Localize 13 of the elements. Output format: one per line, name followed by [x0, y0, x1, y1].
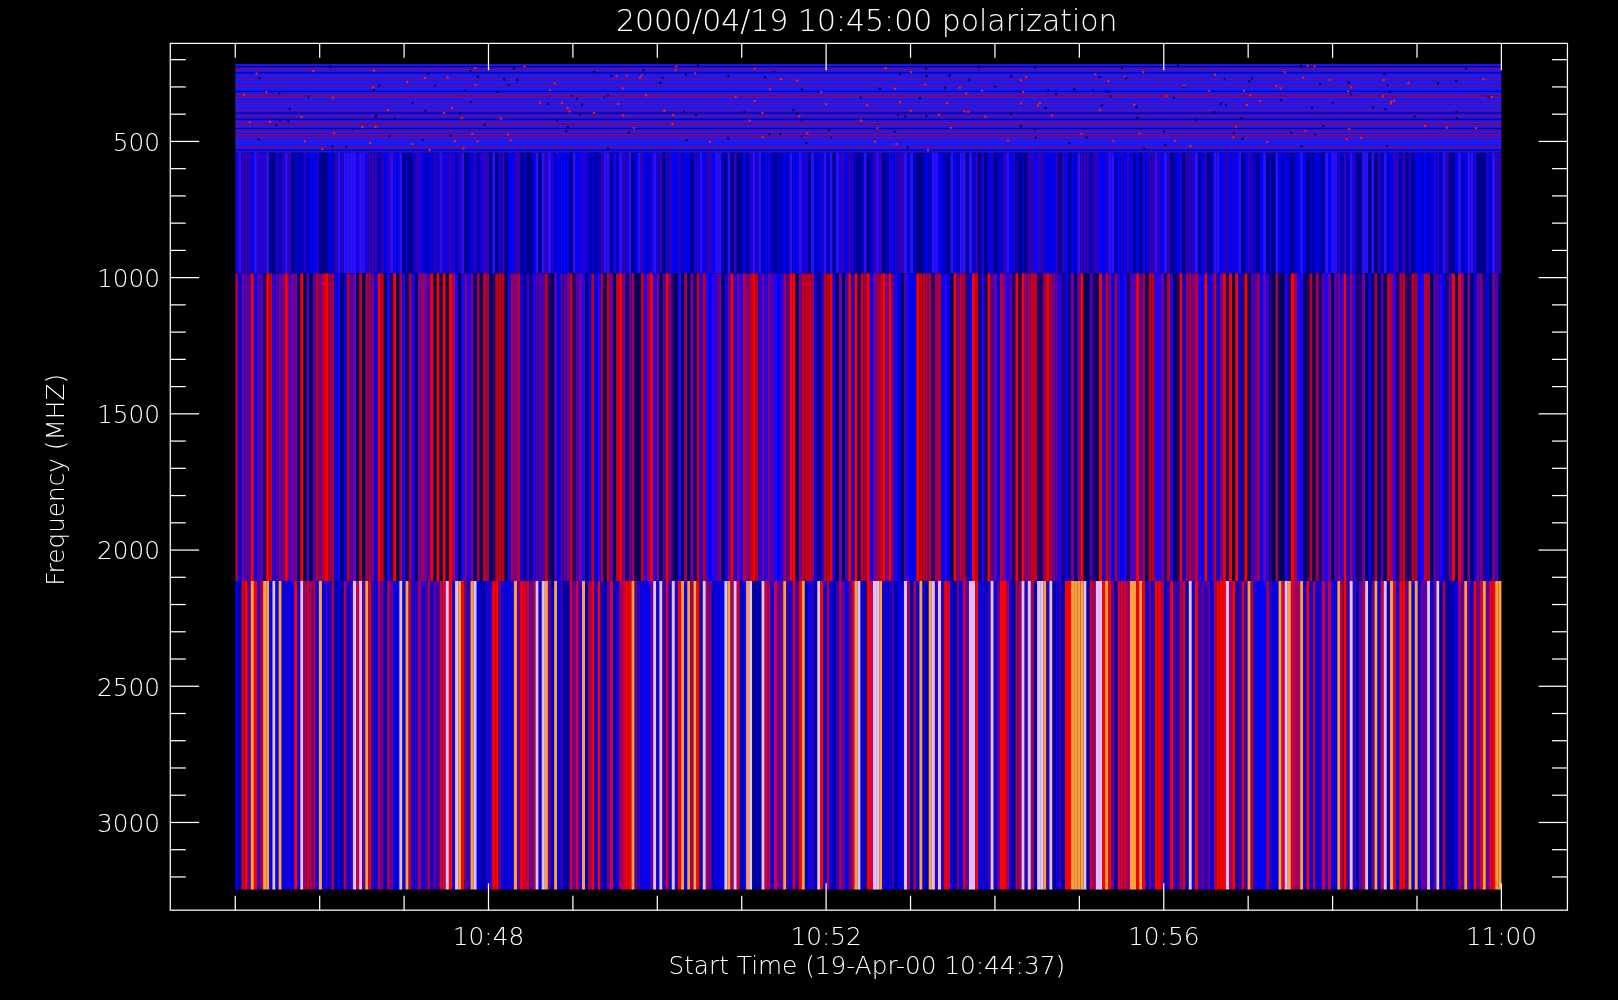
- tick-label: 2000: [96, 536, 160, 566]
- tick-label: 10:48: [452, 922, 525, 952]
- tick-label: 2500: [96, 672, 160, 702]
- axis-label: Frequency (MHZ): [41, 373, 70, 586]
- tick-label: 10:52: [790, 922, 862, 952]
- tick-label: 10:56: [1128, 922, 1200, 952]
- tick-label: 11:00: [1465, 922, 1538, 952]
- plot-title: 2000/04/19 10:45:00 polarization: [616, 3, 1118, 38]
- tick-label: 1000: [96, 263, 160, 293]
- tick-label: 3000: [96, 808, 160, 838]
- tick-label: 500: [112, 127, 160, 157]
- axis-label: Start Time (19-Apr-00 10:44:37): [668, 951, 1066, 981]
- tick-label: 1500: [96, 400, 160, 430]
